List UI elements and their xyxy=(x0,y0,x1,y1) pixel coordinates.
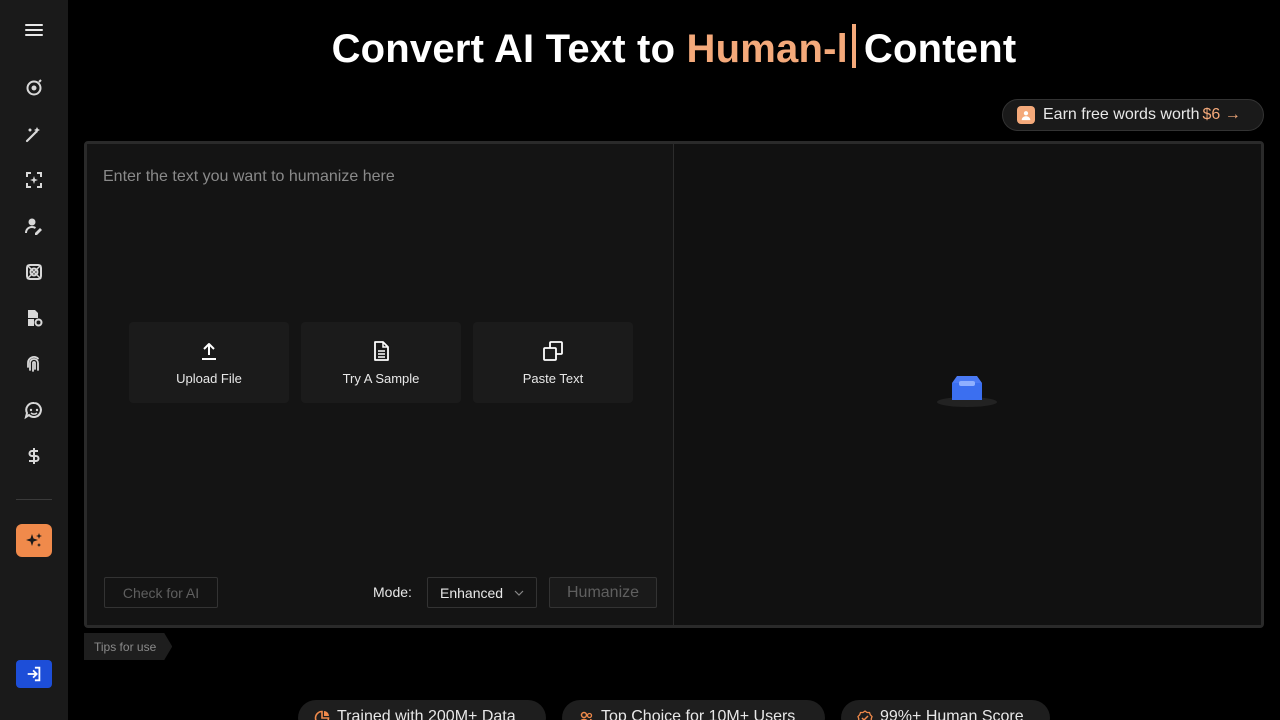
badge-human-score-text: 99%+ Human Score xyxy=(880,708,1024,720)
chevron-down-icon xyxy=(514,590,524,596)
upload-icon xyxy=(202,343,216,360)
badge-check-icon xyxy=(857,710,873,720)
paste-text-button[interactable]: Paste Text xyxy=(473,322,633,403)
text-input[interactable] xyxy=(103,162,658,192)
target-icon[interactable] xyxy=(16,254,52,290)
users-icon xyxy=(580,711,593,720)
pie-chart-icon xyxy=(314,710,330,720)
earn-amount: $6 → xyxy=(1202,106,1241,123)
page-title: Convert AI Text to Human-l Content xyxy=(68,24,1280,74)
user-edit-icon[interactable] xyxy=(16,208,52,244)
document-icon xyxy=(374,341,389,361)
sidebar-divider xyxy=(16,499,52,500)
badge-top-choice-text: Top Choice for 10M+ Users xyxy=(601,708,796,720)
login-button[interactable] xyxy=(16,660,52,688)
mode-select[interactable]: Enhanced xyxy=(427,577,537,608)
upload-file-label: Upload File xyxy=(176,371,242,386)
mode-label: Mode: xyxy=(373,584,412,600)
humanize-button[interactable]: Humanize xyxy=(549,577,657,608)
sidebar xyxy=(0,0,68,720)
earn-free-words-button[interactable]: Earn free words worth $6 → xyxy=(1002,99,1264,131)
badge-training-data: Trained with 200M+ Data xyxy=(298,700,546,720)
title-suffix: Content xyxy=(863,27,1017,71)
copy-icon xyxy=(543,341,563,361)
output-pane xyxy=(674,144,1261,625)
humanizer-panel: Upload File Try A Sample Paste Text Chec… xyxy=(84,141,1264,628)
title-prefix: Convert AI Text to xyxy=(331,27,687,71)
detector-icon[interactable] xyxy=(16,70,52,106)
mode-value: Enhanced xyxy=(440,584,504,601)
try-sample-button[interactable]: Try A Sample xyxy=(301,322,461,403)
badge-training-data-text: Trained with 200M+ Data xyxy=(337,708,516,720)
referral-icon xyxy=(1017,106,1035,124)
sparkle-icon xyxy=(26,532,42,547)
fingerprint-icon[interactable] xyxy=(16,346,52,382)
menu-icon[interactable] xyxy=(16,12,52,48)
title-highlight: Human-l xyxy=(686,27,848,71)
paste-text-label: Paste Text xyxy=(522,371,584,386)
badge-human-score: 99%+ Human Score xyxy=(841,700,1050,720)
earn-text: Earn free words worth xyxy=(1043,106,1200,123)
badge-top-choice: Top Choice for 10M+ Users xyxy=(562,700,825,720)
dollar-icon[interactable] xyxy=(16,438,52,474)
humanizer-icon[interactable] xyxy=(16,116,52,152)
ai-spark-button[interactable] xyxy=(16,524,52,557)
try-sample-label: Try A Sample xyxy=(342,371,420,386)
input-pane: Upload File Try A Sample Paste Text Chec… xyxy=(87,144,674,625)
upload-file-button[interactable]: Upload File xyxy=(129,322,289,403)
empty-inbox-icon xyxy=(937,376,997,407)
login-icon xyxy=(27,666,41,682)
doc-tool-icon[interactable] xyxy=(16,300,52,336)
chat-icon[interactable] xyxy=(16,392,52,428)
typing-caret xyxy=(851,24,856,68)
tips-for-use-tag[interactable]: Tips for use xyxy=(84,633,172,660)
scan-icon[interactable] xyxy=(16,162,52,198)
check-for-ai-button[interactable]: Check for AI xyxy=(104,577,218,608)
